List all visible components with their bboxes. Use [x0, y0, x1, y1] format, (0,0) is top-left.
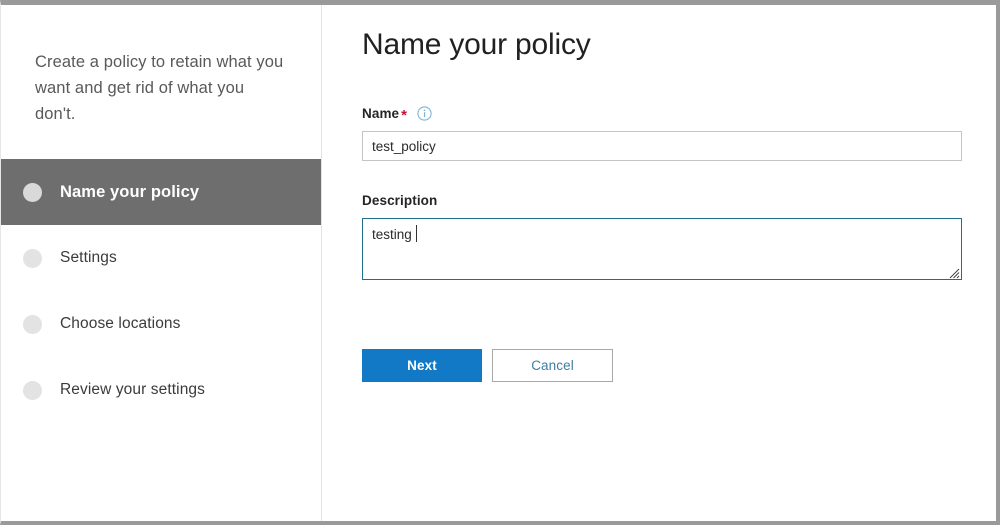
circle-filled-icon: [23, 182, 42, 202]
wizard-step-nav: Name your policy Settings Choose locatio…: [1, 159, 321, 423]
sidebar-item-label: Settings: [60, 249, 117, 266]
page-title: Name your policy: [362, 28, 591, 61]
description-field-label-row: Description: [362, 193, 996, 208]
name-field-label-row: Name *: [362, 106, 996, 124]
circle-filled-icon: [23, 314, 42, 334]
sidebar-item-label: Choose locations: [60, 315, 181, 332]
description-textarea[interactable]: [362, 218, 962, 280]
info-circle-icon[interactable]: [417, 106, 432, 121]
sidebar-item-label: Name your policy: [60, 182, 200, 201]
wizard-main-panel: Name your policy Name * Description: [322, 5, 996, 521]
sidebar-item-review-your-settings[interactable]: Review your settings: [1, 357, 321, 423]
required-asterisk: *: [401, 107, 408, 124]
next-button[interactable]: Next: [362, 349, 482, 382]
wizard-window: Create a policy to retain what you want …: [0, 0, 1000, 525]
circle-filled-icon: [23, 380, 42, 400]
description-textarea-wrap: [362, 218, 962, 280]
name-field-label: Name: [362, 106, 400, 121]
sidebar-item-choose-locations[interactable]: Choose locations: [1, 291, 321, 357]
sidebar-item-settings[interactable]: Settings: [1, 225, 321, 291]
text-cursor: [416, 225, 417, 242]
form-actions: Next Cancel: [362, 349, 996, 382]
description-field-label: Description: [362, 193, 438, 208]
sidebar-item-label: Review your settings: [60, 381, 206, 398]
field-spacer: [362, 161, 996, 193]
name-input[interactable]: [362, 131, 962, 161]
circle-filled-icon: [23, 248, 42, 268]
wizard-sidebar: Create a policy to retain what you want …: [1, 5, 322, 521]
sidebar-item-name-your-policy[interactable]: Name your policy: [1, 159, 321, 225]
cancel-button[interactable]: Cancel: [492, 349, 613, 382]
sidebar-intro-text: Create a policy to retain what you want …: [35, 53, 284, 123]
